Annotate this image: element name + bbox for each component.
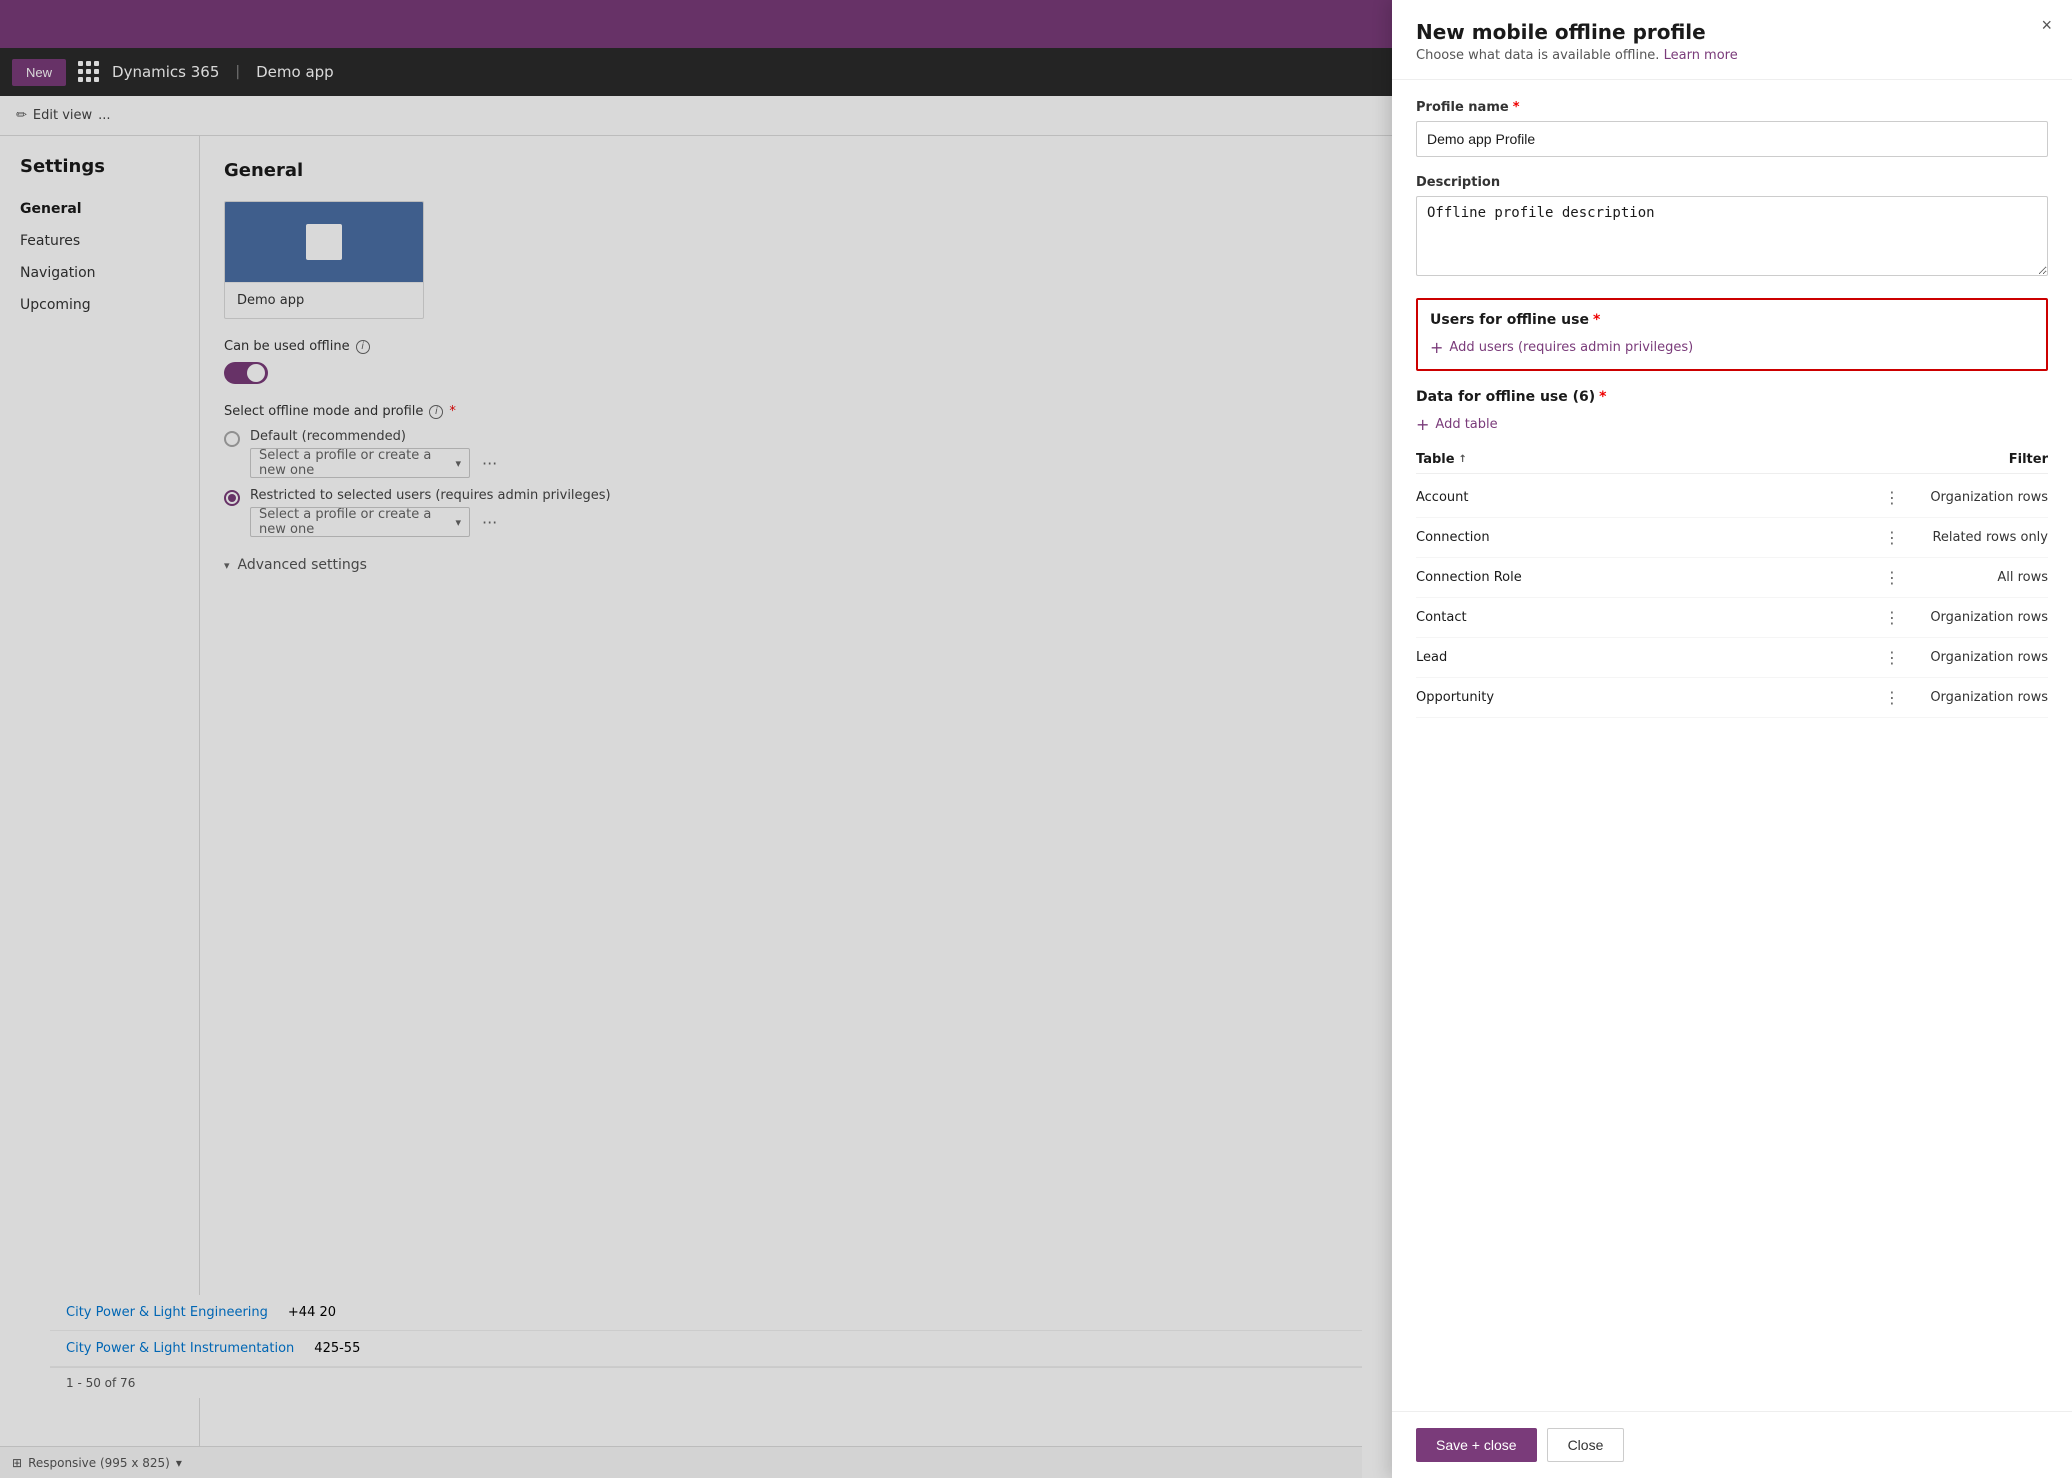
th-filter: Filter — [1888, 452, 2048, 467]
td-contact-filter: Organization rows — [1908, 610, 2048, 625]
users-required-star: * — [1593, 312, 1600, 328]
data-table: Table ↑ Filter Account ⋮ Organization ro… — [1416, 446, 2048, 718]
profile-name-input[interactable] — [1416, 121, 2048, 157]
table-row: Lead ⋮ Organization rows — [1416, 638, 2048, 678]
td-connection-role-filter: All rows — [1908, 570, 2048, 585]
description-textarea[interactable]: Offline profile description — [1416, 196, 2048, 276]
overlay — [0, 0, 1409, 1478]
td-connection: Connection — [1416, 530, 1876, 545]
description-label: Description — [1416, 175, 2048, 190]
table-row: Connection Role ⋮ All rows — [1416, 558, 2048, 598]
profile-name-label: Profile name * — [1416, 100, 2048, 115]
profile-name-required: * — [1513, 100, 1520, 115]
description-group: Description Offline profile description — [1416, 175, 2048, 280]
panel: New mobile offline profile Choose what d… — [1392, 0, 2072, 1478]
sort-icon: ↑ — [1459, 454, 1467, 465]
panel-close-button[interactable]: × — [2041, 16, 2052, 34]
td-lead: Lead — [1416, 650, 1876, 665]
panel-header: New mobile offline profile Choose what d… — [1392, 0, 2072, 80]
panel-footer: Save + close Close — [1392, 1411, 2072, 1478]
users-section: Users for offline use * + Add users (req… — [1416, 298, 2048, 371]
add-users-link[interactable]: + Add users (requires admin privileges) — [1430, 338, 2034, 357]
td-contact: Contact — [1416, 610, 1876, 625]
panel-body: Profile name * Description Offline profi… — [1392, 80, 2072, 1411]
table-row: Connection ⋮ Related rows only — [1416, 518, 2048, 558]
plus-icon: + — [1430, 338, 1443, 357]
row-dots-connection-role[interactable]: ⋮ — [1876, 568, 1908, 587]
add-table-plus-icon: + — [1416, 415, 1429, 434]
td-connection-filter: Related rows only — [1908, 530, 2048, 545]
td-account-filter: Organization rows — [1908, 490, 2048, 505]
add-table-link[interactable]: + Add table — [1416, 415, 2048, 434]
td-opportunity: Opportunity — [1416, 690, 1876, 705]
row-dots-account[interactable]: ⋮ — [1876, 488, 1908, 507]
row-dots-connection[interactable]: ⋮ — [1876, 528, 1908, 547]
panel-title: New mobile offline profile — [1416, 20, 2048, 44]
row-dots-contact[interactable]: ⋮ — [1876, 608, 1908, 627]
data-section: Data for offline use (6) * + Add table T… — [1416, 389, 2048, 718]
table-header: Table ↑ Filter — [1416, 446, 2048, 474]
profile-name-group: Profile name * — [1416, 100, 2048, 157]
learn-more-link[interactable]: Learn more — [1664, 48, 1738, 63]
panel-subtitle: Choose what data is available offline. L… — [1416, 48, 2048, 63]
table-row: Account ⋮ Organization rows — [1416, 478, 2048, 518]
close-button[interactable]: Close — [1547, 1428, 1625, 1462]
row-dots-lead[interactable]: ⋮ — [1876, 648, 1908, 667]
th-table: Table ↑ — [1416, 452, 1888, 467]
td-opportunity-filter: Organization rows — [1908, 690, 2048, 705]
table-row: Opportunity ⋮ Organization rows — [1416, 678, 2048, 718]
data-required-star: * — [1599, 389, 1606, 405]
td-lead-filter: Organization rows — [1908, 650, 2048, 665]
data-section-header: Data for offline use (6) * — [1416, 389, 2048, 405]
save-close-button[interactable]: Save + close — [1416, 1428, 1537, 1462]
td-connection-role: Connection Role — [1416, 570, 1876, 585]
table-row: Contact ⋮ Organization rows — [1416, 598, 2048, 638]
users-section-header: Users for offline use * — [1430, 312, 2034, 328]
row-dots-opportunity[interactable]: ⋮ — [1876, 688, 1908, 707]
td-account: Account — [1416, 490, 1876, 505]
